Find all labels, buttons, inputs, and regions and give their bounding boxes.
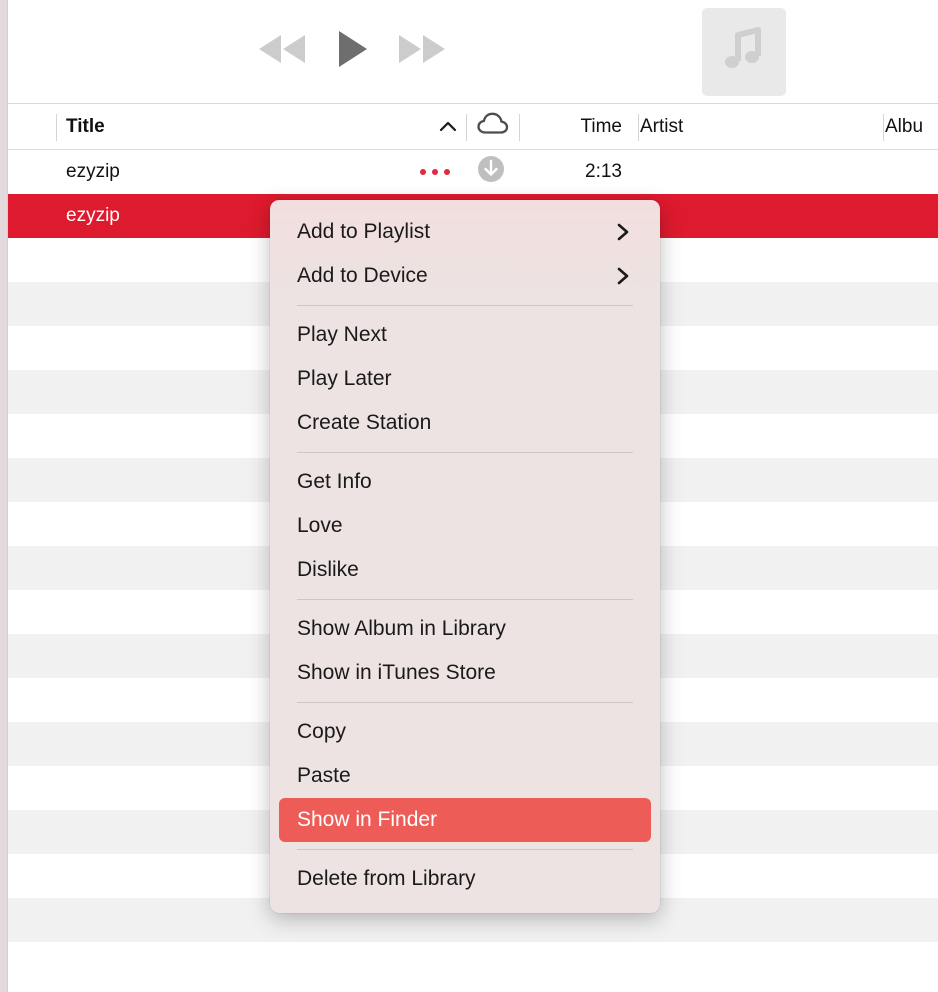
menu-item-label: Show in Finder [297, 808, 437, 832]
column-header-artist-label: Artist [640, 116, 683, 138]
column-header-album-label: Albu [885, 116, 923, 138]
menu-item-label: Get Info [297, 470, 372, 494]
column-divider [56, 114, 57, 141]
menu-item-show-in-finder[interactable]: Show in Finder [279, 798, 651, 842]
menu-separator [297, 599, 633, 600]
cloud-icon [476, 112, 510, 142]
column-divider [883, 114, 884, 141]
now-playing-info [786, 8, 938, 96]
rewind-button[interactable] [253, 26, 311, 72]
rewind-icon [253, 31, 311, 67]
column-divider [466, 114, 467, 141]
menu-item-copy[interactable]: Copy [279, 710, 651, 754]
player-toolbar [8, 0, 938, 104]
column-header-time[interactable]: Time [520, 105, 630, 149]
transport-controls [253, 26, 451, 72]
menu-item-play-next[interactable]: Play Next [279, 313, 651, 357]
menu-item-create-station[interactable]: Create Station [279, 401, 651, 445]
now-playing-display[interactable] [702, 8, 938, 96]
track-time: 2:13 [520, 161, 630, 183]
more-options-dots-icon[interactable] [420, 169, 450, 175]
table-row[interactable] [8, 942, 938, 986]
column-header-artist[interactable]: Artist [640, 105, 683, 149]
menu-item-add-to-playlist[interactable]: Add to Playlist [279, 210, 651, 254]
track-context-menu[interactable]: Add to Playlist Add to Device Play Next Pla… [270, 200, 660, 913]
table-row[interactable]: ezyzip 2:13 [8, 150, 938, 194]
menu-item-label: Show Album in Library [297, 617, 506, 641]
menu-item-label: Delete from Library [297, 867, 476, 891]
menu-item-label: Copy [297, 720, 346, 744]
column-header-cloud-status[interactable] [476, 105, 510, 149]
column-divider [638, 114, 639, 141]
menu-item-label: Dislike [297, 558, 359, 582]
play-button[interactable] [333, 26, 371, 72]
column-header-time-label: Time [580, 116, 622, 138]
menu-item-label: Love [297, 514, 343, 538]
menu-item-show-album-in-library[interactable]: Show Album in Library [279, 607, 651, 651]
menu-item-label: Paste [297, 764, 351, 788]
menu-item-love[interactable]: Love [279, 504, 651, 548]
menu-item-delete-from-library[interactable]: Delete from Library [279, 857, 651, 901]
sidebar-edge [0, 0, 7, 992]
menu-item-label: Play Later [297, 367, 392, 391]
column-header-album[interactable]: Albu [885, 105, 923, 149]
menu-item-play-later[interactable]: Play Later [279, 357, 651, 401]
menu-item-get-info[interactable]: Get Info [279, 460, 651, 504]
menu-item-label: Add to Device [297, 264, 428, 288]
menu-item-add-to-device[interactable]: Add to Device [279, 254, 651, 298]
music-note-icon [722, 25, 766, 80]
menu-item-label: Show in iTunes Store [297, 661, 496, 685]
chevron-right-icon [615, 266, 631, 286]
track-column-headers: Title Time Artist Albu [8, 105, 938, 150]
track-title: ezyzip [66, 205, 120, 227]
play-icon [333, 27, 371, 71]
menu-separator [297, 305, 633, 306]
album-artwork-placeholder [702, 8, 786, 96]
menu-item-dislike[interactable]: Dislike [279, 548, 651, 592]
chevron-right-icon [615, 222, 631, 242]
menu-separator [297, 702, 633, 703]
column-header-title-label: Title [66, 116, 105, 138]
track-title: ezyzip [66, 161, 120, 183]
menu-item-paste[interactable]: Paste [279, 754, 651, 798]
column-header-title[interactable]: Title [66, 105, 105, 149]
fast-forward-button[interactable] [393, 26, 451, 72]
menu-item-label: Add to Playlist [297, 220, 430, 244]
music-app-window: Title Time Artist Albu ezyzip2:1 [0, 0, 938, 992]
menu-separator [297, 452, 633, 453]
fast-forward-icon [393, 31, 451, 67]
menu-separator [297, 849, 633, 850]
menu-item-label: Play Next [297, 323, 387, 347]
menu-item-label: Create Station [297, 411, 431, 435]
menu-item-show-in-itunes-store[interactable]: Show in iTunes Store [279, 651, 651, 695]
download-circle-icon[interactable] [476, 154, 506, 190]
sort-ascending-icon [438, 105, 458, 149]
